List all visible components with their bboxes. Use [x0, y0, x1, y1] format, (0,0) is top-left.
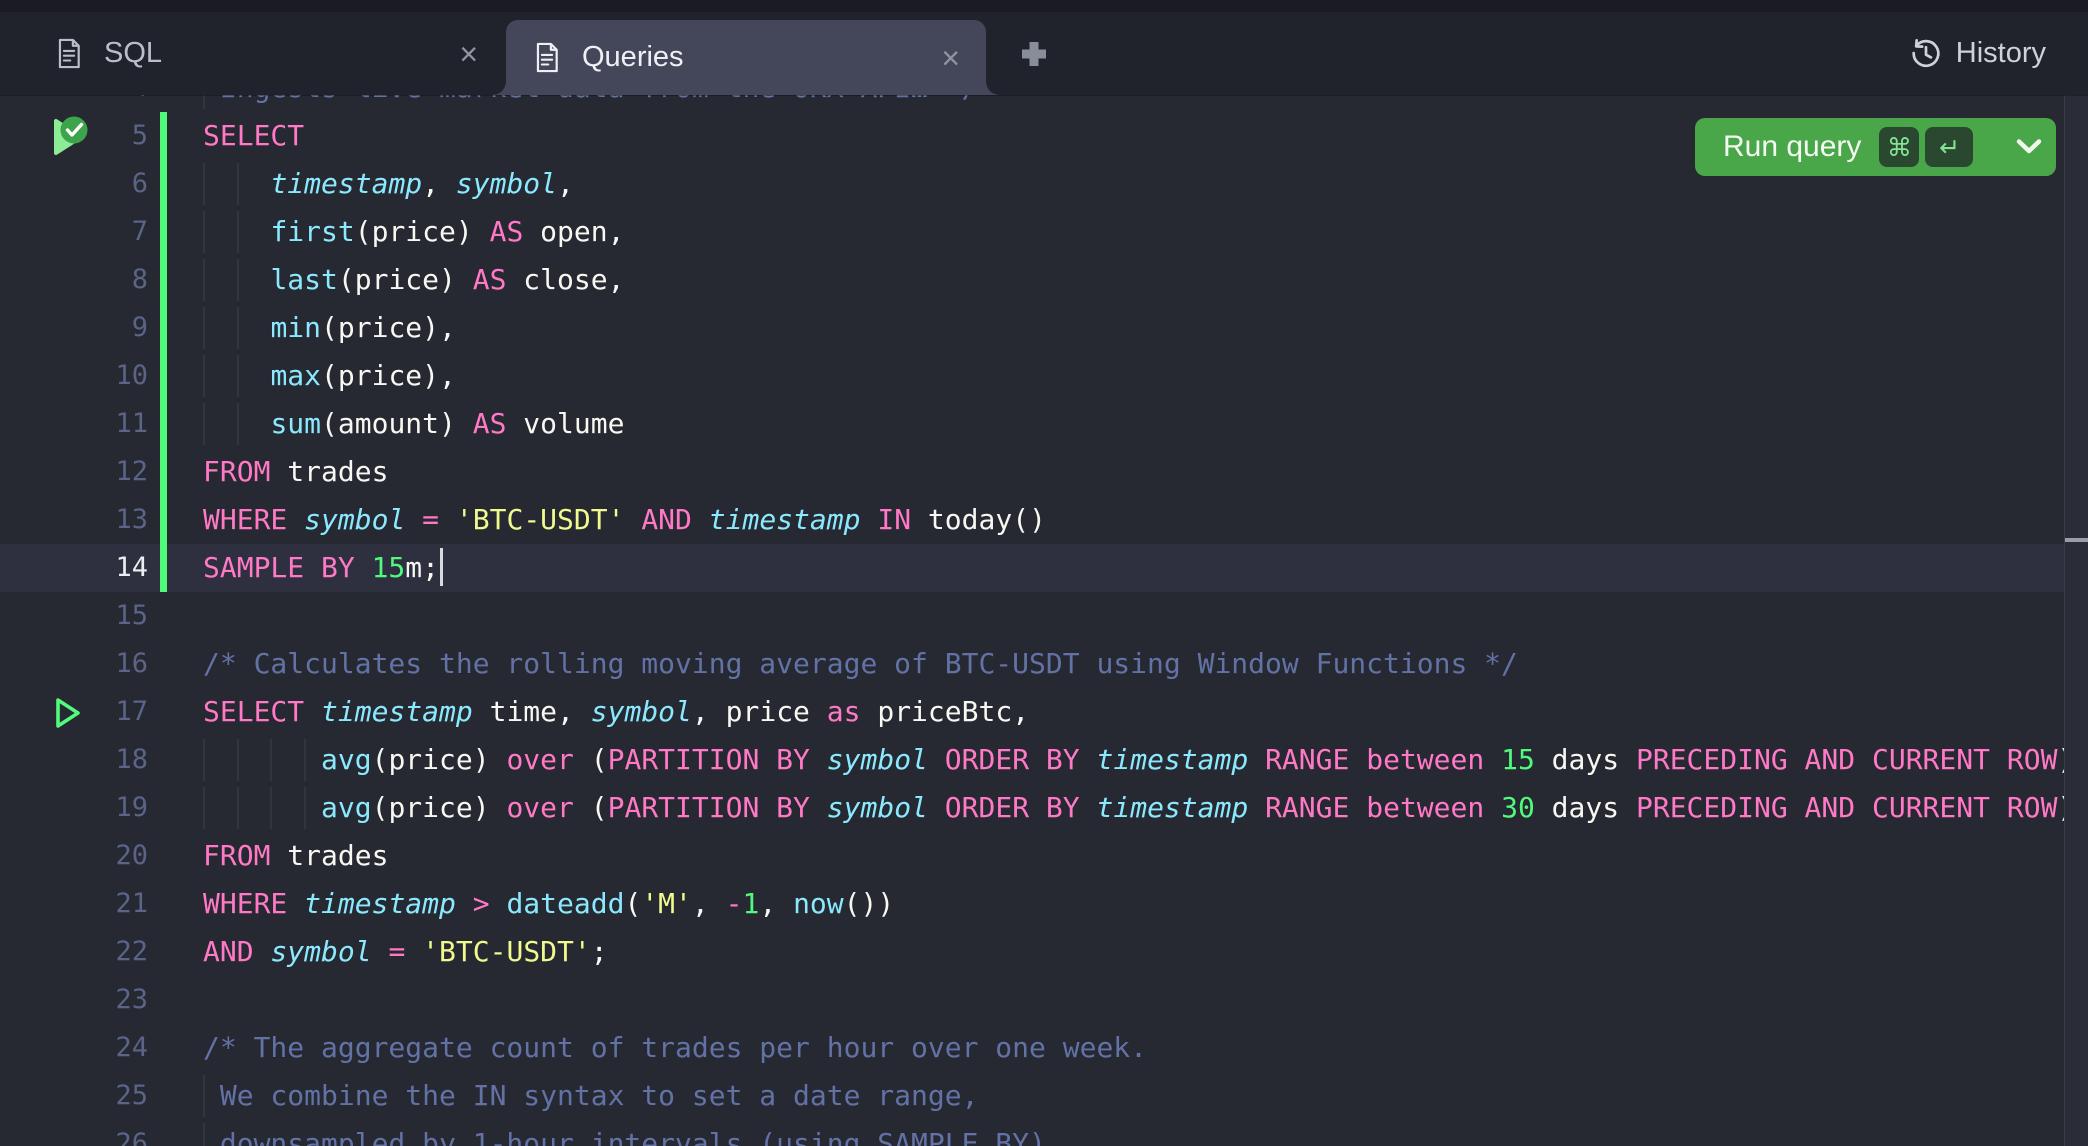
code-line[interactable]: 18 avg(price) over (PARTITION BY symbol … [0, 736, 2064, 784]
line-number: 13 [0, 496, 148, 544]
line-number: 20 [0, 832, 148, 880]
code-line[interactable]: 19 avg(price) over (PARTITION BY symbol … [0, 784, 2064, 832]
line-number: 8 [0, 256, 148, 304]
code-text: SELECT timestamp time, symbol, price as … [203, 688, 1029, 736]
code-line[interactable]: 12 FROM trades [0, 448, 2064, 496]
code-text: avg(price) over (PARTITION BY symbol ORD… [203, 736, 2074, 784]
line-number: 14 [0, 544, 148, 592]
line-number: 12 [0, 448, 148, 496]
tab-queries-active[interactable]: Queries × [506, 20, 986, 95]
file-icon [534, 42, 560, 73]
code-line[interactable]: 20 FROM trades [0, 832, 2064, 880]
code-line[interactable]: 21 WHERE timestamp > dateadd('M', -1, now… [0, 880, 2064, 928]
cursor-position-marker [2065, 538, 2088, 542]
run-query-button[interactable]: Run query ⌘ ↵ [1695, 118, 2056, 176]
line-number: 23 [0, 976, 148, 1024]
plus-icon [1020, 40, 1048, 68]
code-text: FROM trades [203, 448, 388, 496]
code-text: SELECT [203, 112, 304, 160]
line-number: 19 [0, 784, 148, 832]
new-tab-button[interactable] [1002, 12, 1066, 95]
line-number: 15 [0, 592, 148, 640]
code-area[interactable]: 4 Ingests live market data from the OKX … [0, 64, 2064, 1146]
code-line[interactable]: 25 We combine the IN syntax to set a dat… [0, 1072, 2064, 1120]
line-number: 18 [0, 736, 148, 784]
run-query-label: Run query [1723, 130, 1861, 164]
history-icon [1909, 37, 1943, 71]
code-line[interactable]: 17SELECT timestamp time, symbol, price a… [0, 688, 2064, 736]
tab-queries-close-icon[interactable]: × [939, 42, 962, 74]
code-text: first(price) AS open, [203, 208, 624, 256]
line-number: 24 [0, 1024, 148, 1072]
cmd-key-badge: ⌘ [1879, 127, 1919, 167]
text-cursor [440, 548, 443, 586]
code-line[interactable]: 8 last(price) AS close, [0, 256, 2064, 304]
code-text: SAMPLE BY 15m; [203, 544, 443, 592]
code-line[interactable]: 11 sum(amount) AS volume [0, 400, 2064, 448]
history-label: History [1956, 37, 2046, 70]
code-line[interactable]: 13 WHERE symbol = 'BTC-USDT' AND timestam… [0, 496, 2064, 544]
line-number: 10 [0, 352, 148, 400]
code-text: WHERE symbol = 'BTC-USDT' AND timestamp … [203, 496, 1046, 544]
file-icon [56, 38, 82, 69]
code-line[interactable]: 9 min(price), [0, 304, 2064, 352]
tab-bar: SQL × Queries × History [0, 0, 2088, 95]
code-line[interactable]: 14 SAMPLE BY 15m; [0, 544, 2064, 592]
code-text: last(price) AS close, [203, 256, 624, 304]
line-number: 21 [0, 880, 148, 928]
tab-bar-top-strip [0, 0, 2088, 12]
active-query-block-bar [160, 112, 167, 592]
code-text: timestamp, symbol, [203, 160, 574, 208]
code-line[interactable]: 26 downsampled by 1-hour intervals (usin… [0, 1120, 2064, 1146]
code-line[interactable]: 10 max(price), [0, 352, 2064, 400]
code-text: max(price), [203, 352, 456, 400]
tab-queries-label: Queries [582, 41, 684, 74]
code-text: We combine the IN syntax to set a date r… [203, 1072, 978, 1120]
code-text: /* Calculates the rolling moving average… [203, 640, 1518, 688]
line-number: 11 [0, 400, 148, 448]
line-number: 26 [0, 1120, 148, 1146]
chevron-down-icon [2015, 138, 2043, 156]
history-button[interactable]: History [1909, 12, 2046, 95]
code-text: FROM trades [203, 832, 388, 880]
tab-sql[interactable]: SQL × [0, 12, 506, 95]
line-number: 25 [0, 1072, 148, 1120]
sql-console-window: 4 Ingests live market data from the OKX … [0, 0, 2088, 1146]
code-line[interactable]: 7 first(price) AS open, [0, 208, 2064, 256]
code-text: sum(amount) AS volume [203, 400, 624, 448]
code-text: AND symbol = 'BTC-USDT'; [203, 928, 608, 976]
code-text: /* The aggregate count of trades per hou… [203, 1024, 1147, 1072]
code-line[interactable]: 15 [0, 592, 2064, 640]
code-line[interactable]: 22 AND symbol = 'BTC-USDT'; [0, 928, 2064, 976]
code-text: downsampled by 1-hour intervals (using S… [203, 1120, 1046, 1146]
line-number: 16 [0, 640, 148, 688]
line-number: 7 [0, 208, 148, 256]
tab-sql-close-icon[interactable]: × [457, 38, 480, 70]
code-text: WHERE timestamp > dateadd('M', -1, now()… [203, 880, 894, 928]
code-text: avg(price) over (PARTITION BY symbol ORD… [203, 784, 2074, 832]
code-line[interactable]: 16 /* Calculates the rolling moving avera… [0, 640, 2064, 688]
run-query-marker-icon[interactable] [53, 695, 83, 731]
line-number: 6 [0, 160, 148, 208]
line-number: 22 [0, 928, 148, 976]
overview-ruler-scrollbar[interactable] [2064, 95, 2088, 1146]
code-text: min(price), [203, 304, 456, 352]
code-line[interactable]: 23 [0, 976, 2064, 1024]
run-options-chevron[interactable] [2015, 138, 2043, 156]
enter-key-badge: ↵ [1925, 127, 1973, 167]
run-success-marker-icon[interactable] [50, 108, 98, 156]
code-line[interactable]: 24 /* The aggregate count of trades per h… [0, 1024, 2064, 1072]
line-number: 9 [0, 304, 148, 352]
tab-sql-label: SQL [104, 37, 162, 70]
